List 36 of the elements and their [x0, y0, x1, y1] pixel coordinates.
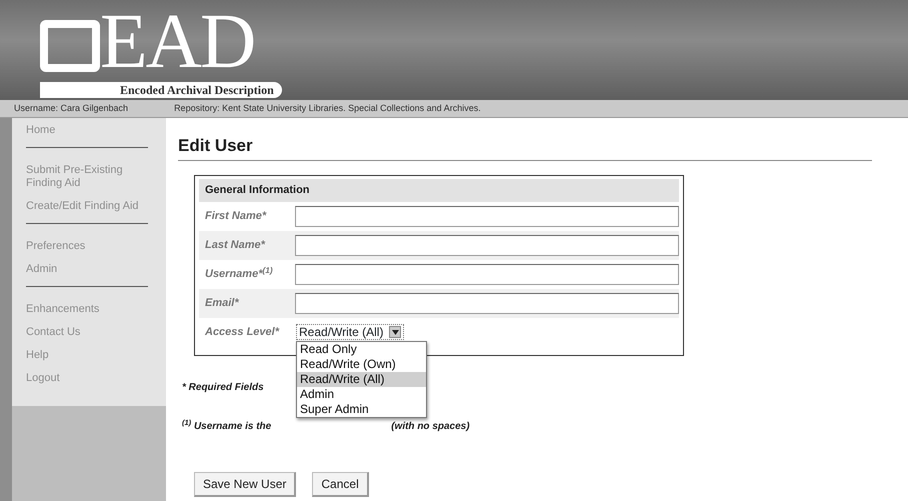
footnote-text: (with no spaces) — [391, 420, 470, 434]
logo-text: EAD — [100, 2, 254, 80]
dropdown-option[interactable]: Read/Write (All) — [297, 372, 426, 387]
nav-link[interactable]: Create/Edit Finding Aid — [26, 200, 156, 213]
field-label: Username*$^{(1)}$ — [205, 266, 273, 282]
input-field[interactable] — [295, 206, 679, 227]
field-label: Email* — [205, 296, 239, 312]
nav-link[interactable]: Home — [26, 124, 156, 137]
footnote-text: $^{(1)}$ Username is the — [182, 418, 272, 434]
form-button[interactable]: Save New User — [194, 472, 296, 497]
required-note: * Required Fields — [182, 380, 264, 395]
field-label: Last Name* — [205, 238, 265, 254]
field-label: First Name* — [205, 209, 266, 224]
section-header: General Information — [199, 179, 679, 202]
nav-link[interactable]: Submit Pre-Existing Finding Aid — [26, 164, 156, 190]
logo-subtitle: Encoded Archival Description — [40, 82, 282, 98]
field-label: Access Level* — [205, 325, 279, 340]
monitor-icon — [40, 20, 100, 72]
access-level-select[interactable]: Read/Write (All) — [296, 324, 404, 340]
input-field[interactable] — [295, 292, 679, 314]
nav-link[interactable]: Enhancements — [26, 303, 156, 316]
username-text: Username: Cara Gilgenbach — [14, 102, 128, 115]
nav-link[interactable]: Contact Us — [26, 326, 156, 339]
form-button[interactable]: Cancel — [312, 472, 369, 497]
nav-link[interactable]: Help — [26, 349, 156, 362]
nav-link[interactable]: Admin — [26, 263, 156, 276]
dropdown-option[interactable]: Read/Write (Own) — [297, 356, 426, 372]
dropdown-option[interactable]: Read Only — [297, 342, 426, 357]
nav-link[interactable]: Logout — [26, 372, 156, 385]
nav-link[interactable]: Preferences — [26, 240, 156, 253]
dropdown-option[interactable]: Super Admin — [297, 402, 426, 417]
input-field[interactable] — [295, 234, 679, 256]
page-title: Edit User — [178, 136, 872, 162]
dropdown-option[interactable]: Admin — [297, 386, 426, 402]
input-field[interactable] — [295, 264, 679, 285]
repository-text: Repository: Kent State University Libraries. Special Collections and Archives. — [174, 102, 481, 115]
